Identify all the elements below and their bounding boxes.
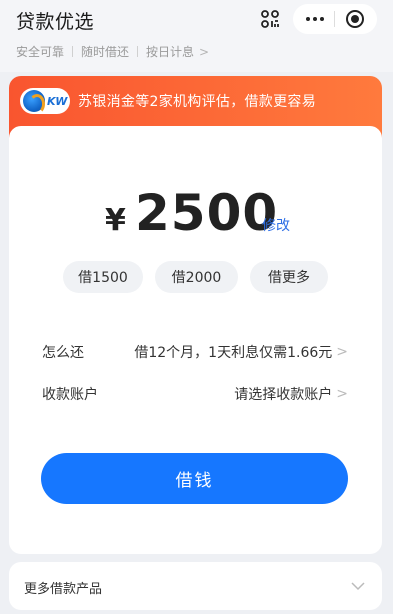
repay-row-value[interactable]: 借12个月，1天利息仅需1.66元 > [134,342,348,362]
chip-borrow-more[interactable]: 借更多 [250,261,328,293]
chevron-right-icon: > [199,44,210,59]
loan-amount: 2500 [135,184,279,242]
capsule-divider [334,11,336,27]
more-products-label: 更多借款产品 [24,582,103,597]
chevron-right-icon: > [336,344,348,360]
tag-daily-interest[interactable]: 按日计息 [146,43,194,60]
scan-button[interactable] [255,4,285,34]
chip-borrow-1500[interactable]: 借1500 [63,261,143,293]
more-dots-icon[interactable] [306,17,325,21]
repay-label: 怎么还 [42,345,84,361]
tag-divider [137,46,139,57]
borrow-button[interactable]: 借钱 [41,453,348,504]
banner-text: 苏银消金等2家机构评估，借款更容易 [78,94,317,110]
chevron-down-icon[interactable] [351,579,365,593]
logo-text: KW [47,94,68,108]
logo-emblem-icon [23,90,45,114]
account-placeholder: 请选择收款账户 [234,387,333,403]
chevron-right-icon: > [336,386,348,402]
institution-logo: KW [20,88,70,114]
repay-plan: 借12个月，1天利息仅需1.66元 [134,345,333,361]
target-icon[interactable] [345,10,364,28]
feature-tags: 安全可靠 随时借还 按日计息 > [16,43,209,60]
edit-amount-link[interactable]: 修改 [262,215,290,235]
tag-flexible: 随时借还 [81,45,130,59]
tag-safe: 安全可靠 [16,45,65,59]
chip-borrow-2000[interactable]: 借2000 [155,261,238,293]
scan-icon [261,10,279,28]
currency-symbol: ¥ [105,203,126,238]
mini-program-capsule [255,4,381,34]
account-label: 收款账户 [42,387,98,403]
page-title: 贷款优选 [16,11,95,33]
account-row-value[interactable]: 请选择收款账户 > [234,384,348,404]
tag-divider [72,46,74,57]
capsule-pill [293,4,377,34]
